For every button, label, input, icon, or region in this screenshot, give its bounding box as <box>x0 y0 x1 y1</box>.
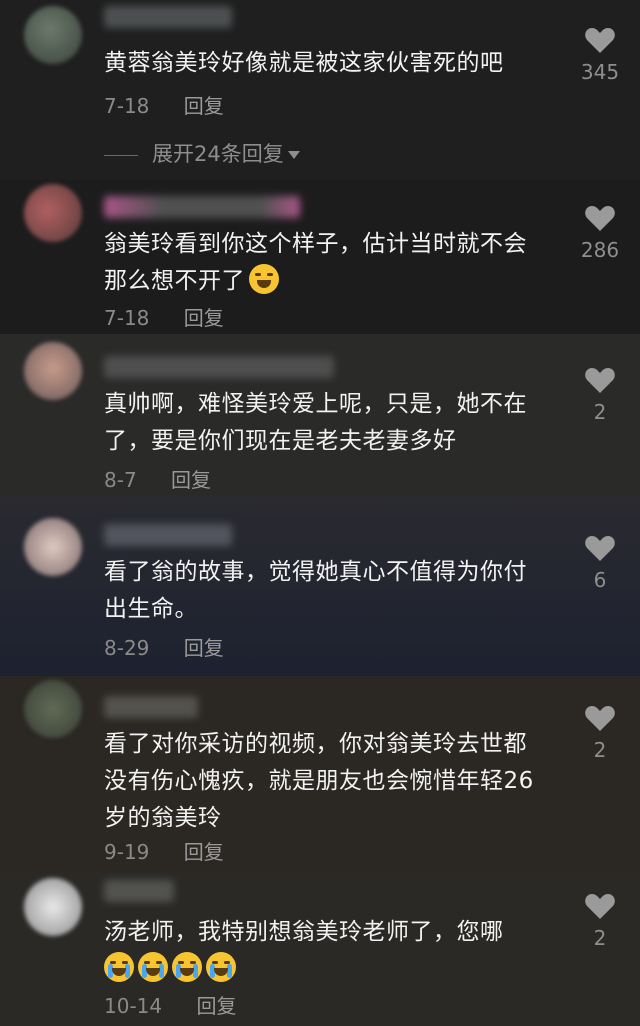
like-button[interactable]: 2 <box>576 704 624 762</box>
comment-text-content: 翁美玲看到你这个样子，估计当时就不会那么想不开了 <box>104 231 527 294</box>
comment-meta: 10-14 回复 <box>104 990 236 1019</box>
divider-line <box>104 154 138 156</box>
comment-meta: 7-18 回复 <box>104 90 224 119</box>
avatar[interactable] <box>24 878 82 936</box>
comment-date: 9-19 <box>104 840 150 864</box>
caret-down-icon <box>287 151 300 159</box>
reply-button[interactable]: 回复 <box>184 306 224 330</box>
avatar[interactable] <box>24 6 82 64</box>
heart-icon <box>585 28 615 53</box>
comment-meta: 9-19 回复 <box>104 836 224 865</box>
comment-date: 8-29 <box>104 636 150 660</box>
grin-tears-emoji <box>249 264 279 294</box>
comment-text: 汤老师，我特别想翁美玲老师了，您哪 <box>104 914 544 988</box>
comment-meta: 7-18 回复 <box>104 302 224 331</box>
avatar[interactable] <box>24 184 82 242</box>
crying-emoji <box>172 952 202 982</box>
username-redacted[interactable] <box>104 356 334 378</box>
comment-item: 看了对你采访的视频，你对翁美玲去世都没有伤心愧疚，就是朋友也会惋惜年轻26岁的翁… <box>0 676 640 872</box>
comment-item: 汤老师，我特别想翁美玲老师了，您哪 10-14 回复 2 <box>0 872 640 1026</box>
like-count: 345 <box>580 60 620 84</box>
expand-replies-button[interactable]: 展开24条回复 <box>104 138 300 168</box>
expand-replies-label: 展开24条回复 <box>152 142 284 166</box>
comment-text-content: 汤老师，我特别想翁美玲老师了，您哪 <box>104 919 504 945</box>
avatar[interactable] <box>24 680 82 738</box>
comment-date: 10-14 <box>104 994 163 1018</box>
username-redacted[interactable] <box>104 880 174 902</box>
username-redacted[interactable] <box>104 196 300 218</box>
like-button[interactable]: 345 <box>576 26 624 84</box>
heart-icon <box>585 706 615 731</box>
comment-meta: 8-7 回复 <box>104 464 211 493</box>
avatar[interactable] <box>24 518 82 576</box>
comment-text: 看了翁的故事，觉得她真心不值得为你付出生命。 <box>104 559 527 622</box>
comment-item: 看了翁的故事，觉得她真心不值得为你付出生命。 8-29 回复 6 <box>0 496 640 676</box>
reply-button[interactable]: 回复 <box>171 468 211 492</box>
like-count: 286 <box>580 238 620 262</box>
comment-feed: 黄蓉翁美玲好像就是被这家伙害死的吧 7-18 回复 345 展开24条回复 翁美… <box>0 0 640 1026</box>
like-button[interactable]: 6 <box>576 534 624 592</box>
comment-date: 7-18 <box>104 306 150 330</box>
comment-item: 真帅啊，难怪美玲爱上呢，只是，她不在了，要是你们现在是老夫老妻多好 8-7 回复… <box>0 334 640 496</box>
crying-emoji <box>138 952 168 982</box>
comment-text: 真帅啊，难怪美玲爱上呢，只是，她不在了，要是你们现在是老夫老妻多好 <box>104 391 527 454</box>
crying-emoji <box>104 952 134 982</box>
like-button[interactable]: 286 <box>576 204 624 262</box>
like-button[interactable]: 2 <box>576 892 624 950</box>
reply-button[interactable]: 回复 <box>184 840 224 864</box>
crying-emoji <box>206 952 236 982</box>
heart-icon <box>585 894 615 919</box>
comment-item: 翁美玲看到你这个样子，估计当时就不会那么想不开了 7-18 回复 286 <box>0 180 640 334</box>
like-button[interactable]: 2 <box>576 366 624 424</box>
like-count: 6 <box>593 568 607 592</box>
username-redacted[interactable] <box>104 524 232 546</box>
avatar[interactable] <box>24 342 82 400</box>
heart-icon <box>585 206 615 231</box>
comment-item: 黄蓉翁美玲好像就是被这家伙害死的吧 7-18 回复 345 展开24条回复 <box>0 0 640 180</box>
comment-date: 8-7 <box>104 468 137 492</box>
comment-date: 7-18 <box>104 94 150 118</box>
heart-icon <box>585 536 615 561</box>
comment-meta: 8-29 回复 <box>104 632 224 661</box>
like-count: 2 <box>593 738 607 762</box>
username-redacted[interactable] <box>104 696 198 718</box>
reply-button[interactable]: 回复 <box>184 636 224 660</box>
reply-button[interactable]: 回复 <box>184 94 224 118</box>
heart-icon <box>585 368 615 393</box>
comment-text: 看了对你采访的视频，你对翁美玲去世都没有伤心愧疚，就是朋友也会惋惜年轻26岁的翁… <box>104 731 534 831</box>
reply-button[interactable]: 回复 <box>196 994 236 1018</box>
like-count: 2 <box>593 400 607 424</box>
like-count: 2 <box>593 926 607 950</box>
username-redacted[interactable] <box>104 6 232 28</box>
comment-text: 翁美玲看到你这个样子，估计当时就不会那么想不开了 <box>104 226 544 300</box>
comment-text: 黄蓉翁美玲好像就是被这家伙害死的吧 <box>104 50 504 76</box>
